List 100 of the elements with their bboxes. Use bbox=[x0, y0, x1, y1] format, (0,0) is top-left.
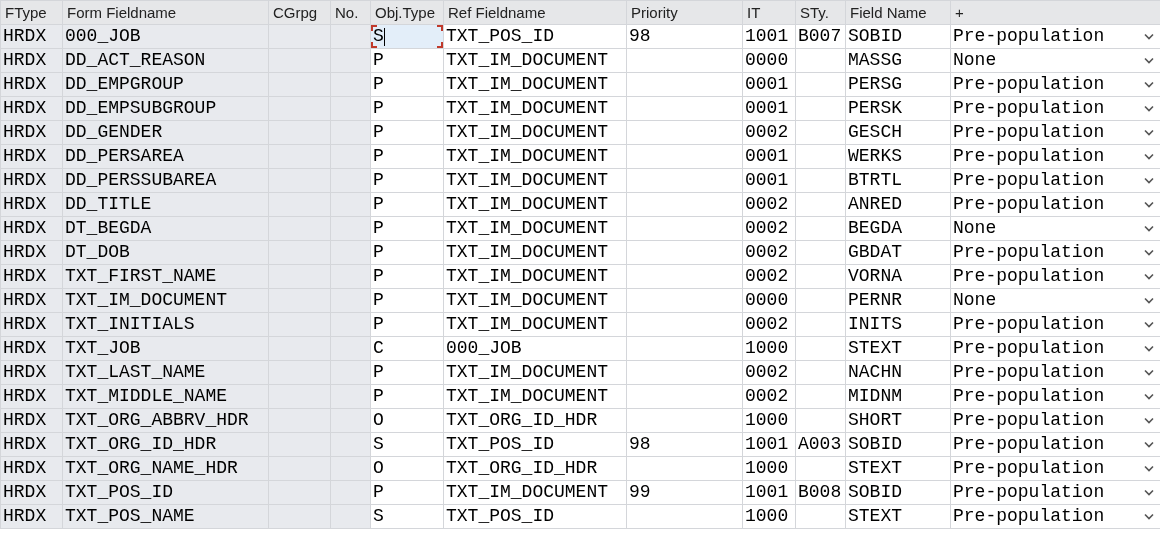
table-cell-text: 0000 bbox=[744, 50, 789, 70]
dropdown-field[interactable]: Pre-population bbox=[951, 505, 1160, 528]
table-cell-text: P bbox=[372, 49, 385, 72]
chevron-down-icon bbox=[1144, 297, 1154, 304]
dropdown-field[interactable]: Pre-population bbox=[951, 169, 1160, 192]
table-cell-text: HRDX bbox=[2, 362, 47, 382]
table-cell-text: HRDX bbox=[2, 218, 47, 238]
chevron-down-icon bbox=[1144, 177, 1154, 184]
table-cell-text: SHORT bbox=[847, 410, 902, 430]
chevron-down-icon bbox=[1144, 417, 1154, 424]
chevron-down-icon bbox=[1144, 465, 1154, 472]
table-cell-text: SOBID bbox=[847, 26, 902, 46]
table-cell-text: C bbox=[372, 337, 385, 360]
chevron-down-icon bbox=[1144, 441, 1154, 448]
table-cell-text: O bbox=[372, 409, 385, 432]
table-cell-text: TXT_FIRST_NAME bbox=[64, 266, 217, 286]
table-cell-text: DT_BEGDA bbox=[64, 218, 152, 238]
dropdown-field[interactable]: Pre-population bbox=[951, 145, 1160, 168]
table-cell-text: P bbox=[372, 241, 385, 264]
table-cell-text: 0002 bbox=[744, 362, 789, 382]
dropdown-field[interactable]: None bbox=[951, 289, 1160, 312]
table-cell-text: 1001 bbox=[744, 26, 789, 46]
table-cell-text: TXT_LAST_NAME bbox=[64, 362, 206, 382]
table-cell-text: DD_EMPGROUP bbox=[64, 74, 184, 94]
table-cell-text: TXT_ORG_ABBRV_HDR bbox=[64, 410, 249, 430]
table-cell-text: HRDX bbox=[2, 170, 47, 190]
dropdown-field[interactable]: Pre-population bbox=[951, 313, 1160, 336]
dropdown-field[interactable]: Pre-population bbox=[951, 121, 1160, 144]
table-cell-text: S bbox=[372, 505, 385, 528]
dropdown-field[interactable]: Pre-population bbox=[951, 97, 1160, 120]
table-cell-text: TXT_POS_ID bbox=[445, 26, 555, 46]
table-cell-text: NACHN bbox=[847, 362, 902, 382]
dropdown-field[interactable]: Pre-population bbox=[951, 241, 1160, 264]
table-cell-text: HRDX bbox=[2, 242, 47, 262]
chevron-down-icon bbox=[1144, 129, 1154, 136]
table-cell-text: DD_GENDER bbox=[64, 122, 163, 142]
dropdown-field[interactable]: Pre-population bbox=[951, 481, 1160, 504]
column-header: STy. bbox=[800, 3, 829, 21]
table-cell-text: TXT_POS_ID bbox=[64, 482, 174, 502]
chevron-down-icon bbox=[1144, 393, 1154, 400]
dropdown-field[interactable]: Pre-population bbox=[951, 457, 1160, 480]
table-cell-text: HRDX bbox=[2, 434, 47, 454]
table-cell-text: 1001 bbox=[744, 434, 789, 454]
table-cell-text: HRDX bbox=[2, 410, 47, 430]
table-cell-text: TXT_IM_DOCUMENT bbox=[445, 122, 609, 142]
dropdown-field[interactable]: Pre-population bbox=[951, 361, 1160, 384]
table-cell-text: 000_JOB bbox=[64, 26, 141, 46]
dropdown-field[interactable]: Pre-population bbox=[951, 193, 1160, 216]
chevron-down-icon bbox=[1144, 201, 1154, 208]
dropdown-field[interactable]: Pre-population bbox=[951, 385, 1160, 408]
dropdown-field[interactable]: Pre-population bbox=[951, 433, 1160, 456]
table-cell-text: HRDX bbox=[2, 482, 47, 502]
dropdown-field[interactable]: None bbox=[951, 217, 1160, 240]
table-cell-text: P bbox=[372, 217, 385, 240]
table-cell-text: P bbox=[372, 169, 385, 192]
table-cell-text: P bbox=[372, 265, 385, 288]
table-cell-text: 1001 bbox=[744, 482, 789, 502]
table-cell-text: DD_EMPSUBGROUP bbox=[64, 98, 217, 118]
table-cell-text: TXT_IM_DOCUMENT bbox=[445, 314, 609, 334]
table-cell-text: 98 bbox=[628, 434, 651, 454]
table-cell-text: P bbox=[372, 313, 385, 336]
table-cell-text: TXT_IM_DOCUMENT bbox=[445, 194, 609, 214]
table-cell-text: 1000 bbox=[744, 506, 789, 526]
dropdown-field[interactable]: Pre-population bbox=[951, 409, 1160, 432]
table-cell-text: P bbox=[372, 481, 385, 504]
chevron-down-icon bbox=[1144, 249, 1154, 256]
dropdown-field[interactable]: Pre-population bbox=[951, 337, 1160, 360]
chevron-down-icon bbox=[1144, 513, 1154, 520]
table-cell-text: 1000 bbox=[744, 410, 789, 430]
table-cell-text: TXT_INITIALS bbox=[64, 314, 195, 334]
table-cell-text: HRDX bbox=[2, 338, 47, 358]
chevron-down-icon bbox=[1144, 369, 1154, 376]
table-cell-text: 1000 bbox=[744, 338, 789, 358]
table-cell-text: HRDX bbox=[2, 122, 47, 142]
table-cell-text: DD_PERSSUBAREA bbox=[64, 170, 217, 190]
table-cell-text: PERNR bbox=[847, 290, 902, 310]
table-cell-text: DD_ACT_REASON bbox=[64, 50, 206, 70]
table-cell-text: TXT_IM_DOCUMENT bbox=[445, 266, 609, 286]
table-cell-text: GESCH bbox=[847, 122, 902, 142]
table-cell-text: HRDX bbox=[2, 506, 47, 526]
dropdown-field[interactable]: Pre-population bbox=[951, 25, 1160, 48]
table-cell-text: 0002 bbox=[744, 266, 789, 286]
dropdown-field[interactable]: None bbox=[951, 49, 1160, 72]
dropdown-field[interactable]: Pre-population bbox=[951, 265, 1160, 288]
table-cell-text: P bbox=[372, 145, 385, 168]
table-cell-text: TXT_IM_DOCUMENT bbox=[445, 242, 609, 262]
table-cell-text: TXT_POS_ID bbox=[445, 434, 555, 454]
column-header: Field Name bbox=[850, 3, 927, 21]
chevron-down-icon bbox=[1144, 105, 1154, 112]
table-cell-text: DT_DOB bbox=[64, 242, 130, 262]
table-cell-text: TXT_IM_DOCUMENT bbox=[445, 386, 609, 406]
table-cell-text: 000_JOB bbox=[445, 338, 522, 358]
table-cell-text: TXT_IM_DOCUMENT bbox=[445, 482, 609, 502]
table-cell-text: HRDX bbox=[2, 266, 47, 286]
table-cell-text: TXT_IM_DOCUMENT bbox=[64, 290, 228, 310]
chevron-down-icon bbox=[1144, 153, 1154, 160]
table-cell-text: HRDX bbox=[2, 74, 47, 94]
table-cell-text: TXT_ORG_ID_HDR bbox=[445, 410, 598, 430]
focused-input-field[interactable]: S bbox=[371, 25, 443, 48]
dropdown-field[interactable]: Pre-population bbox=[951, 73, 1160, 96]
